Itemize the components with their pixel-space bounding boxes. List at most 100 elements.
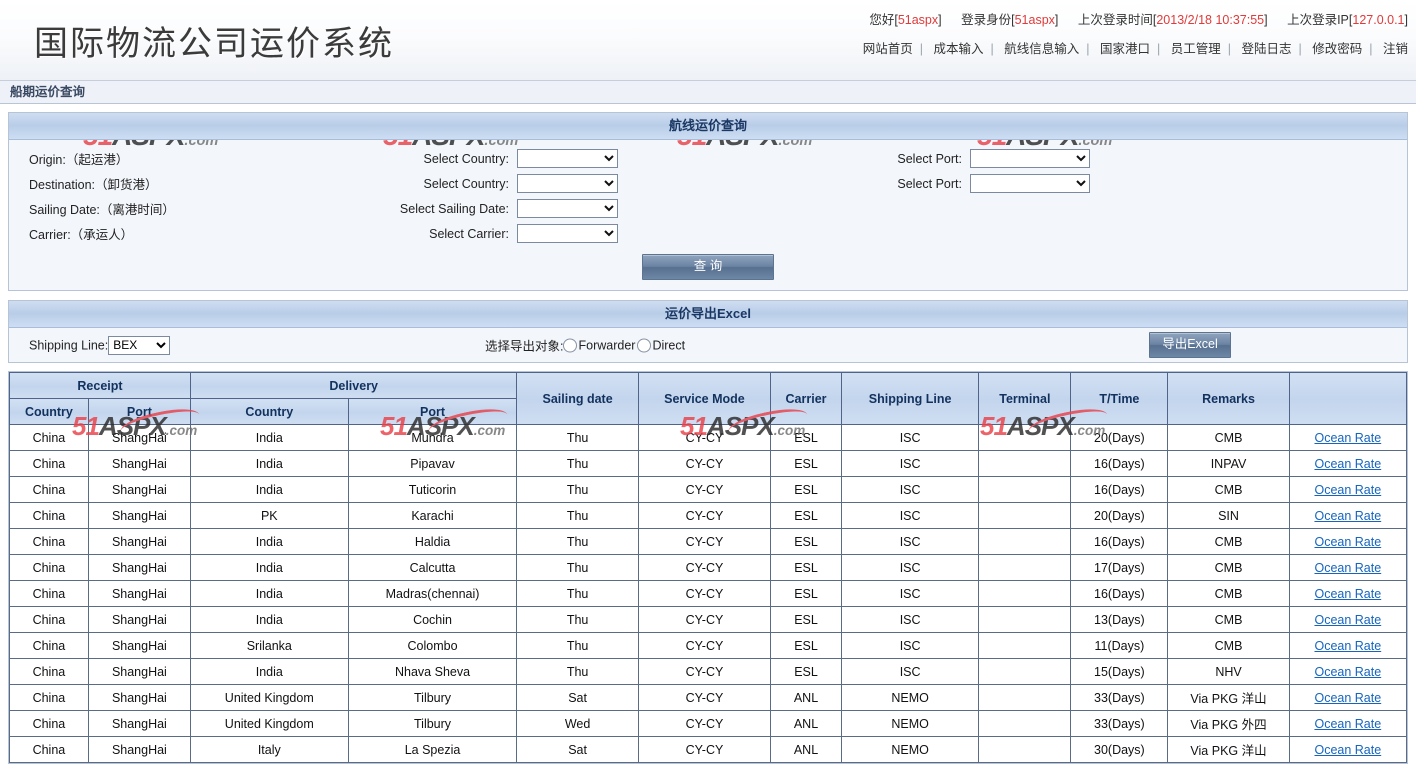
cell-terminal [978,554,1072,581]
nav-item-cost-input[interactable]: 成本输入 [933,42,983,56]
sailing-date-select[interactable] [517,199,618,218]
destination-port-label: Select Port: [897,176,962,191]
cell-service-mode: CY-CY [637,476,772,503]
cell-ocean-rate: Ocean Rate [1288,528,1408,555]
ocean-rate-link[interactable]: Ocean Rate [1314,535,1381,549]
cell-terminal [978,606,1072,633]
header-terminal: Terminal [978,372,1072,425]
query-button[interactable]: 查 询 [642,254,774,280]
cell-service-mode: CY-CY [637,658,772,685]
cell-shipping-line: ISC [840,632,980,659]
nav-item-login-log[interactable]: 登陆日志 [1241,42,1291,56]
cell-shipping-line: NEMO [840,736,980,763]
ocean-rate-link[interactable]: Ocean Rate [1314,639,1381,653]
cell-terminal [978,424,1072,451]
last-login-ip: 上次登录IP[127.0.0.1] [1287,13,1408,27]
cell-delivery-country: Italy [189,736,349,763]
form-row-sailing-date: Sailing Date:（离港时间） Select Sailing Date: [9,196,1407,221]
cell-carrier: ESL [770,450,842,477]
table-group-header-row: Receipt Delivery Sailing date Service Mo… [9,372,1408,425]
cell-service-mode: CY-CY [637,450,772,477]
header-delivery-port: Port [347,398,518,425]
ocean-rate-link[interactable]: Ocean Rate [1314,457,1381,471]
nav-separator: | [1157,42,1161,56]
header-receipt-port: Port [87,398,191,425]
ocean-rate-link[interactable]: Ocean Rate [1314,561,1381,575]
origin-country-label: Select Country: [423,151,509,166]
nav-item-logout[interactable]: 注销 [1383,42,1408,56]
search-panel-body: Origin:（起运港） Select Country: Select Port… [9,140,1407,290]
form-row-origin: Origin:（起运港） Select Country: Select Port… [9,146,1407,171]
nav-item-change-password[interactable]: 修改密码 [1312,42,1362,56]
nav-item-staff-management[interactable]: 员工管理 [1171,42,1221,56]
cell-ocean-rate: Ocean Rate [1288,580,1408,607]
table-row: China ShangHai India Cochin Thu CY-CY ESL ISC 13… [9,606,1408,633]
ocean-rate-link[interactable]: Ocean Rate [1314,743,1381,757]
cell-delivery-country: India [189,528,349,555]
cell-receipt-country: China [9,684,89,711]
table-row: China ShangHai India Calcutta Thu CY-CY ESL ISC… [9,554,1408,581]
cell-delivery-country: PK [189,502,349,529]
cell-remarks: CMB [1167,606,1290,633]
cell-shipping-line: NEMO [840,710,980,737]
cell-receipt-country: China [9,424,89,451]
ocean-rate-link[interactable]: Ocean Rate [1314,431,1381,445]
shipping-line-label: Shipping Line: [29,338,109,352]
cell-ocean-rate: Ocean Rate [1288,736,1408,763]
header-sailing-date: Sailing date [516,372,639,425]
sailing-date-label: Sailing Date:（离港时间） [29,203,175,217]
nav-separator: | [1369,42,1373,56]
header-receipt: Receipt [9,372,191,399]
export-excel-button[interactable]: 导出Excel [1149,332,1231,358]
ocean-rate-link[interactable]: Ocean Rate [1314,691,1381,705]
cell-service-mode: CY-CY [637,736,772,763]
cell-remarks: CMB [1167,424,1290,451]
nav-item-home[interactable]: 网站首页 [863,42,913,56]
nav-item-route-info-input[interactable]: 航线信息输入 [1004,42,1079,56]
radio-direct[interactable] [637,338,652,352]
cell-delivery-port: Tuticorin [347,476,518,503]
ocean-rate-link[interactable]: Ocean Rate [1314,613,1381,627]
cell-delivery-port: La Spezia [347,736,518,763]
cell-remarks: SIN [1167,502,1290,529]
cell-terminal [978,502,1072,529]
cell-carrier: ANL [770,710,842,737]
cell-sailing-date: Wed [516,710,639,737]
cell-carrier: ESL [770,580,842,607]
cell-receipt-port: ShangHai [87,658,191,685]
export-panel-title-text: 运价导出Excel [665,306,751,321]
destination-country-label: Select Country: [423,176,509,191]
cell-service-mode: CY-CY [637,502,772,529]
origin-port-select[interactable] [970,149,1090,168]
header-actions [1288,372,1408,425]
cell-service-mode: CY-CY [637,554,772,581]
origin-country-select[interactable] [517,149,618,168]
nav-separator: | [1227,42,1231,56]
last-login-time: 上次登录时间[2013/2/18 10:37:55] [1077,13,1268,27]
ocean-rate-link[interactable]: Ocean Rate [1314,483,1381,497]
last-login-time-value: 2013/2/18 10:37:55 [1156,13,1265,27]
cell-receipt-country: China [9,606,89,633]
destination-label: Destination:（卸货港） [29,178,158,192]
header-remarks: Remarks [1167,372,1290,425]
cell-shipping-line: ISC [840,580,980,607]
ocean-rate-link[interactable]: Ocean Rate [1314,587,1381,601]
destination-country-select[interactable] [517,174,618,193]
radio-forwarder[interactable] [563,338,578,352]
results-table: Receipt Delivery Sailing date Service Mo… [9,372,1408,763]
cell-ttime: 16(Days) [1070,528,1169,555]
cell-ttime: 11(Days) [1070,632,1169,659]
radio-forwarder-label: Forwarder [578,338,636,352]
header-carrier: Carrier [770,372,842,425]
shipping-line-select[interactable]: BEX [108,335,171,355]
nav-item-country-port[interactable]: 国家港口 [1100,42,1150,56]
radio-direct-label: Direct [652,338,686,352]
export-button-wrap: 导出Excel [1149,332,1231,358]
ocean-rate-link[interactable]: Ocean Rate [1314,509,1381,523]
carrier-select[interactable] [517,224,618,243]
last-login-ip-value: 127.0.0.1 [1352,13,1405,27]
cell-sailing-date: Thu [516,424,639,451]
ocean-rate-link[interactable]: Ocean Rate [1314,717,1381,731]
ocean-rate-link[interactable]: Ocean Rate [1314,665,1381,679]
destination-port-select[interactable] [970,174,1090,193]
